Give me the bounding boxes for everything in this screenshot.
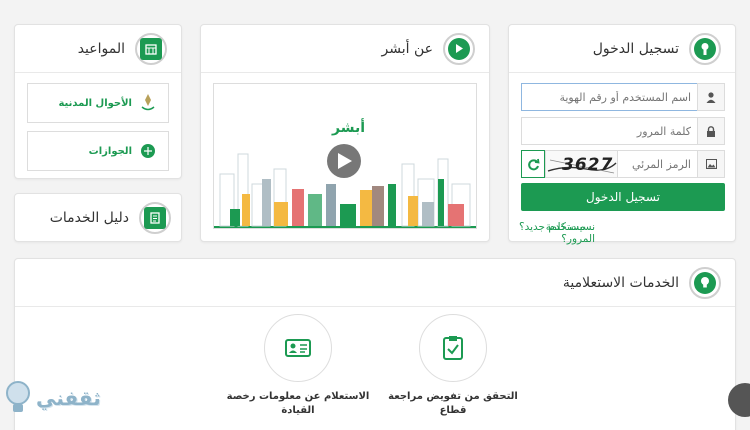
watermark: ثقفني [4,380,101,416]
civil-affairs-logo-icon [141,94,155,111]
calendar-icon [135,32,167,65]
inquiry-services-card: الخدمات الاستعلامية التحقق من تفويض مراج… [14,258,736,430]
watermark-text: ثقفني [36,386,101,410]
login-card: تسجيل الدخول 3627 تسجيل الدخول مستخدم جد [508,24,736,245]
services-guide-title: دليل الخدمات [49,209,129,226]
captcha-input[interactable] [617,150,697,178]
city-skyline-illustration [214,144,476,228]
about-video[interactable]: أبشر [213,83,477,229]
captcha-row: 3627 [521,150,725,178]
clipboard-check-icon [419,314,487,382]
id-card-icon [264,314,332,382]
video-logo-text: أبشر [332,120,366,136]
password-input[interactable] [521,117,697,145]
appointment-passports[interactable]: الجوازات [27,131,169,171]
service-verify-authorization-label: التحقق من تفويض مراجعة قطاع [388,391,518,416]
username-input[interactable] [521,83,697,111]
lightbulb-logo-icon [6,381,30,412]
user-icon [697,83,725,111]
appointments-title: المواعيد [77,40,125,57]
about-title: عن أبشر [381,40,433,57]
captcha-image: 3627 [545,150,617,178]
refresh-icon [527,158,540,170]
appointments-card: المواعيد الأحوال المدنية الجوازات [14,24,182,179]
about-header: عن أبشر [201,25,489,73]
image-icon [697,150,725,178]
document-icon [139,201,171,234]
key-icon [689,32,721,65]
civil-affairs-label: الأحوال المدنية [58,97,132,109]
appointment-civil-affairs[interactable]: الأحوال المدنية [27,83,169,123]
lightbulb-icon [689,266,721,299]
inquiry-title: الخدمات الاستعلامية [562,274,679,291]
password-row [521,117,725,145]
captcha-text: 3627 [562,155,614,175]
inquiry-header: الخدمات الاستعلامية [15,259,735,307]
play-icon [443,32,475,65]
passports-label: الجوازات [88,145,132,157]
appointments-header: المواعيد [15,25,181,73]
forgot-password-link[interactable]: نسيت كلمة المرور؟ [509,221,595,245]
login-header: تسجيل الدخول [509,25,735,73]
lock-icon [697,117,725,145]
username-row [521,83,725,111]
service-driving-license-label: الاستعلام عن معلومات رخصة القيادة [226,391,370,416]
about-card: عن أبشر أبشر [200,24,490,242]
login-submit-button[interactable]: تسجيل الدخول [521,183,725,211]
login-title: تسجيل الدخول [592,40,679,57]
service-verify-authorization[interactable]: التحقق من تفويض مراجعة قطاع [373,314,533,418]
service-driving-license-inquiry[interactable]: الاستعلام عن معلومات رخصة القيادة [218,314,378,418]
refresh-captcha-button[interactable] [521,150,545,178]
passports-logo-icon [141,144,155,158]
services-guide-card[interactable]: دليل الخدمات [14,193,182,242]
